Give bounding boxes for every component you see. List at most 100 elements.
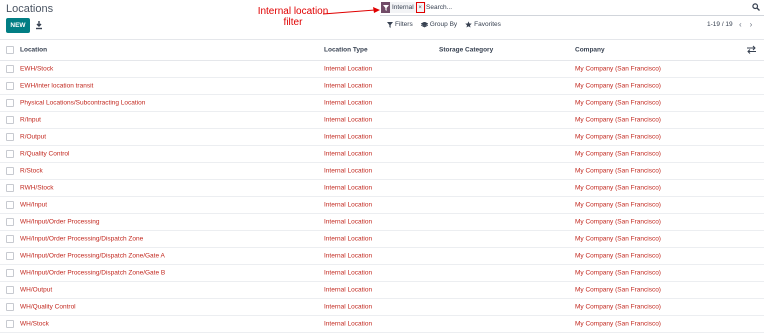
new-button[interactable]: NEW: [6, 18, 30, 33]
annotation-text: Internal location filter: [257, 6, 329, 28]
close-icon[interactable]: ×: [415, 2, 425, 13]
cell-location: WH/Input/Order Processing/Dispatch Zone: [20, 235, 144, 242]
row-checkbox[interactable]: [6, 150, 14, 158]
table-row[interactable]: WH/Quality Control Internal Location My Co…: [0, 298, 764, 316]
cell-company: My Company (San Francisco): [575, 218, 661, 225]
cell-company: My Company (San Francisco): [575, 82, 661, 89]
cell-location: WH/Input: [20, 201, 48, 208]
row-checkbox[interactable]: [6, 65, 14, 73]
cell-company: My Company (San Francisco): [575, 150, 661, 157]
cell-location: R/Output: [20, 133, 47, 140]
row-checkbox[interactable]: [6, 235, 14, 243]
column-location[interactable]: Location: [20, 47, 47, 54]
cell-location-type: Internal Location: [324, 201, 373, 208]
row-checkbox[interactable]: [6, 82, 14, 90]
cell-company: My Company (San Francisco): [575, 320, 661, 327]
filter-icon: [381, 2, 390, 13]
row-checkbox[interactable]: [6, 184, 14, 192]
cell-location: R/Quality Control: [20, 150, 70, 157]
pager-value[interactable]: 1-19 / 19: [707, 21, 733, 28]
cell-company: My Company (San Francisco): [575, 133, 661, 140]
table-row[interactable]: R/Stock Internal Location My Company (San …: [0, 162, 764, 180]
cell-location: WH/Quality Control: [20, 303, 76, 310]
cell-company: My Company (San Francisco): [575, 184, 661, 191]
cell-company: My Company (San Francisco): [575, 201, 661, 208]
row-checkbox[interactable]: [6, 269, 14, 277]
row-checkbox[interactable]: [6, 320, 14, 328]
cell-location: WH/Input/Order Processing/Dispatch Zone/…: [20, 269, 166, 276]
table-row[interactable]: WH/Input/Order Processing Internal Locati…: [0, 213, 764, 231]
favorites-button[interactable]: Favorites: [465, 21, 501, 28]
select-all-checkbox[interactable]: [6, 46, 14, 54]
funnel-icon: [387, 21, 393, 28]
cell-company: My Company (San Francisco): [575, 65, 661, 72]
row-checkbox[interactable]: [6, 303, 14, 311]
table-row[interactable]: R/Output Internal Location My Company (San…: [0, 128, 764, 146]
cell-company: My Company (San Francisco): [575, 286, 661, 293]
table-row[interactable]: Physical Locations/Subcontracting Locati…: [0, 94, 764, 112]
cell-location-type: Internal Location: [324, 252, 373, 259]
table-row[interactable]: WH/Input/Order Processing/Dispatch Zone I…: [0, 230, 764, 248]
optional-columns-icon[interactable]: [747, 45, 756, 54]
row-checkbox[interactable]: [6, 116, 14, 124]
cell-location: EWH/Stock: [20, 65, 54, 72]
row-checkbox[interactable]: [6, 201, 14, 209]
groupby-label: Group By: [429, 21, 458, 28]
search-icon[interactable]: [752, 3, 760, 11]
table-row[interactable]: WH/Output Internal Location My Company (Sa…: [0, 281, 764, 299]
row-checkbox[interactable]: [6, 252, 14, 260]
row-checkbox[interactable]: [6, 218, 14, 226]
cell-location: R/Stock: [20, 167, 43, 174]
filters-button[interactable]: Filters: [387, 21, 413, 28]
table-row[interactable]: EWH/Stock Internal Location My Company (Sa…: [0, 60, 764, 78]
table-header: Location Location Type Storage Category …: [0, 39, 764, 61]
cell-company: My Company (San Francisco): [575, 303, 661, 310]
table-row[interactable]: WH/Input/Order Processing/Dispatch Zone/…: [0, 247, 764, 265]
cell-location-type: Internal Location: [324, 65, 373, 72]
cell-location-type: Internal Location: [324, 218, 373, 225]
cell-location-type: Internal Location: [324, 235, 373, 242]
row-checkbox[interactable]: [6, 286, 14, 294]
row-checkbox[interactable]: [6, 99, 14, 107]
search-facet: Internal ×: [381, 2, 426, 13]
groupby-button[interactable]: Group By: [420, 21, 458, 28]
cell-company: My Company (San Francisco): [575, 252, 661, 259]
control-panel: Locations NEW Internal location filter I…: [0, 0, 764, 38]
search-options: Filters Group By Favorites: [387, 21, 501, 28]
cell-location-type: Internal Location: [324, 269, 373, 276]
cell-location-type: Internal Location: [324, 184, 373, 191]
filters-label: Filters: [395, 21, 413, 28]
cell-location: WH/Input/Order Processing/Dispatch Zone/…: [20, 252, 165, 259]
cell-location-type: Internal Location: [324, 116, 373, 123]
cell-location: RWH/Stock: [20, 184, 54, 191]
search-bar: Internal ×: [380, 1, 764, 16]
favorites-label: Favorites: [474, 21, 501, 28]
page-title: Locations: [6, 3, 54, 15]
row-checkbox[interactable]: [6, 133, 14, 141]
download-icon[interactable]: [34, 20, 44, 30]
column-location-type[interactable]: Location Type: [324, 47, 368, 54]
cell-location-type: Internal Location: [324, 133, 373, 140]
table-row[interactable]: R/Quality Control Internal Location My Com…: [0, 145, 764, 163]
table-row[interactable]: R/Input Internal Location My Company (San …: [0, 111, 764, 129]
cell-location: WH/Output: [20, 286, 53, 293]
layers-icon: [420, 21, 428, 27]
cell-location: EWH/inter location transit: [20, 82, 94, 89]
search-input[interactable]: [426, 2, 736, 13]
table-row[interactable]: RWH/Stock Internal Location My Company (Sa…: [0, 179, 764, 197]
cell-location: R/Input: [20, 116, 41, 123]
cell-location-type: Internal Location: [324, 320, 373, 327]
annotation-arrow: [322, 7, 380, 15]
column-storage-category[interactable]: Storage Category: [439, 47, 493, 54]
star-icon: [465, 21, 472, 28]
table-row[interactable]: WH/Input Internal Location My Company (San…: [0, 196, 764, 214]
previous-page-icon[interactable]: ‹: [739, 20, 742, 29]
next-page-icon[interactable]: ›: [750, 20, 753, 29]
cell-location: Physical Locations/Subcontracting Locati…: [20, 99, 146, 106]
column-company[interactable]: Company: [575, 47, 605, 54]
cell-company: My Company (San Francisco): [575, 99, 661, 106]
table-row[interactable]: EWH/inter location transit Internal Locat…: [0, 77, 764, 95]
table-row[interactable]: WH/Input/Order Processing/Dispatch Zone/…: [0, 264, 764, 282]
row-checkbox[interactable]: [6, 167, 14, 175]
table-row[interactable]: WH/Stock Internal Location My Company (San…: [0, 315, 764, 333]
